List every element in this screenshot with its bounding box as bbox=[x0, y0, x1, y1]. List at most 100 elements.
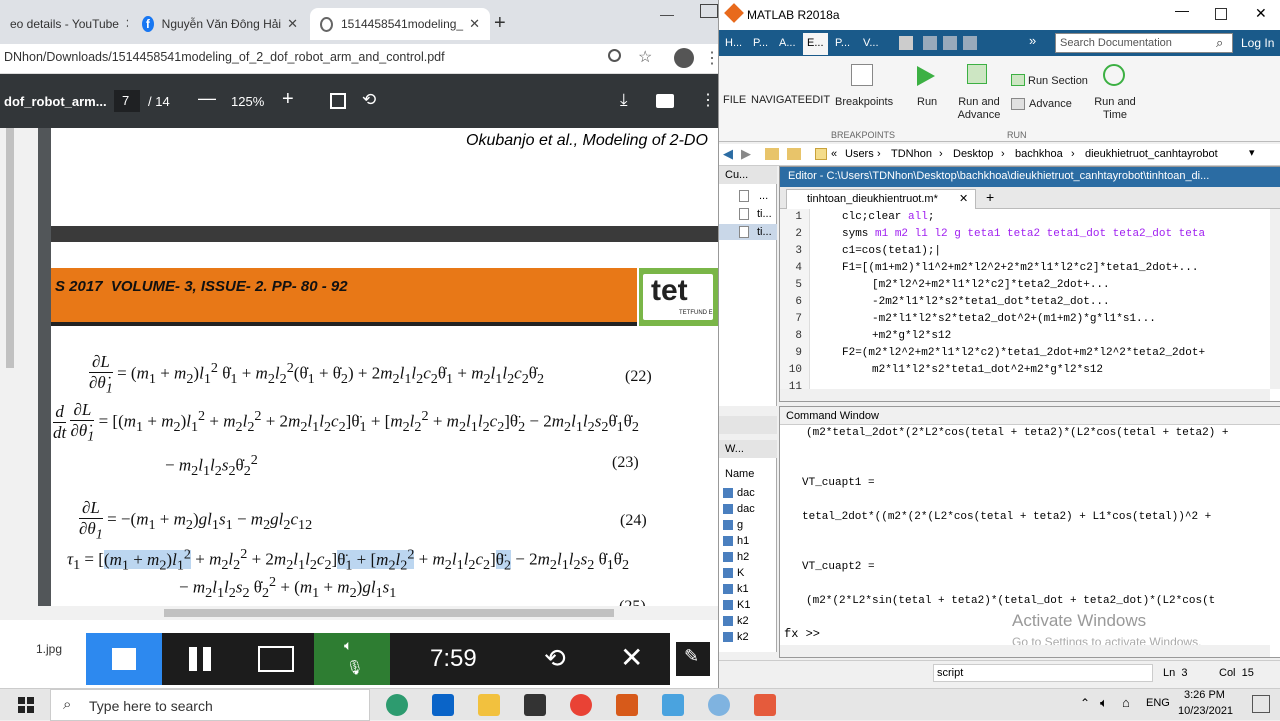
close-icon[interactable]: ✕ bbox=[959, 192, 968, 205]
login-link[interactable]: Log In bbox=[1241, 36, 1274, 50]
clock-time[interactable]: 3:26 PM bbox=[1184, 689, 1225, 701]
folder-item[interactable]: ti... bbox=[757, 208, 772, 220]
editor-horizontal-scrollbar[interactable] bbox=[780, 389, 1270, 401]
workspace-variable[interactable]: h2 bbox=[721, 550, 775, 565]
copy-icon[interactable] bbox=[943, 36, 957, 50]
settings-icon[interactable] bbox=[708, 694, 730, 716]
workspace-variable[interactable]: g bbox=[721, 518, 775, 533]
star-icon[interactable]: ☆ bbox=[638, 47, 652, 67]
zoom-in-button[interactable]: + bbox=[282, 88, 294, 111]
windows-start-icon[interactable] bbox=[18, 697, 34, 713]
tab-view[interactable]: V... bbox=[859, 33, 883, 55]
workspace-variable[interactable]: dac bbox=[721, 486, 775, 501]
notification-icon[interactable] bbox=[1252, 695, 1270, 713]
stop-button[interactable] bbox=[86, 633, 162, 685]
new-tab-button[interactable]: + bbox=[494, 12, 506, 35]
path-segment[interactable]: Desktop bbox=[953, 148, 993, 160]
network-icon[interactable]: ⌂ bbox=[1122, 695, 1130, 710]
restart-button[interactable]: ⟲ bbox=[518, 633, 594, 685]
workspace-variable[interactable]: K bbox=[721, 566, 775, 581]
minimize-button[interactable]: — bbox=[660, 6, 674, 22]
download-icon[interactable]: ⤓ bbox=[620, 90, 628, 110]
clock-date[interactable]: 10/23/2021 bbox=[1178, 705, 1233, 717]
run-button[interactable]: Run bbox=[917, 96, 937, 108]
workspace-variable[interactable]: K1 bbox=[721, 598, 775, 613]
path-bar[interactable]: ◀ ▶ « Users › TDNhon › Desktop › bachkho… bbox=[719, 144, 1280, 166]
tab-facebook[interactable]: f Nguyễn Văn Đông Hải ✕ bbox=[132, 8, 308, 40]
navigate-menu[interactable]: NAVIGATE bbox=[751, 94, 805, 106]
recorder-icon[interactable] bbox=[754, 694, 776, 716]
store-icon[interactable] bbox=[524, 694, 546, 716]
speaker-icon[interactable]: 🔈︎ bbox=[1100, 695, 1108, 711]
save-icon[interactable] bbox=[899, 36, 913, 50]
cmd-horizontal-scrollbar[interactable] bbox=[780, 645, 1270, 657]
run-and-time-button[interactable]: Run and Time bbox=[1093, 96, 1137, 122]
tab-home[interactable]: H... bbox=[721, 33, 746, 55]
chevron-right-icon[interactable]: » bbox=[1029, 33, 1036, 48]
pause-button[interactable] bbox=[162, 633, 238, 685]
workspace-variable[interactable]: k2 bbox=[721, 630, 775, 645]
chevron-up-icon[interactable]: ⌃ bbox=[1080, 696, 1090, 710]
menu-icon[interactable]: ⋮ bbox=[704, 48, 718, 68]
tab-publish[interactable]: P... bbox=[831, 33, 854, 55]
folder-item[interactable]: ... bbox=[759, 190, 768, 202]
close-icon[interactable]: ✕ bbox=[119, 16, 128, 32]
editor-tab-file[interactable]: tinhtoan_dieukhientruot.m* ✕ bbox=[786, 189, 976, 209]
tab-editor[interactable]: E... bbox=[803, 33, 828, 55]
matlab-icon[interactable] bbox=[616, 694, 638, 716]
back-icon[interactable]: ◀ bbox=[723, 146, 733, 162]
close-icon[interactable]: ✕ bbox=[281, 16, 298, 32]
pdf-horizontal-scrollbar[interactable] bbox=[38, 606, 718, 620]
folder-item[interactable]: ti... bbox=[757, 226, 772, 238]
close-icon[interactable]: ✕ bbox=[463, 16, 480, 32]
command-prompt[interactable]: fx >> bbox=[784, 627, 820, 641]
workspace-variable[interactable]: dac bbox=[721, 502, 775, 517]
app-icon[interactable] bbox=[662, 694, 684, 716]
maximize-button[interactable] bbox=[700, 4, 718, 18]
mail-icon[interactable] bbox=[432, 694, 454, 716]
up-folder-icon[interactable] bbox=[765, 148, 779, 160]
file-explorer-icon[interactable] bbox=[478, 694, 500, 716]
webcam-button[interactable] bbox=[238, 633, 314, 685]
download-file-name[interactable]: 1.jpg bbox=[36, 642, 62, 656]
browse-folder-icon[interactable] bbox=[787, 148, 801, 160]
edit-button[interactable]: ✎ bbox=[676, 642, 710, 676]
language-indicator[interactable]: ENG bbox=[1146, 697, 1170, 709]
editor-scrollbar[interactable] bbox=[1270, 209, 1280, 389]
workspace-variable[interactable]: h1 bbox=[721, 534, 775, 549]
avatar[interactable] bbox=[674, 48, 694, 68]
advance-button[interactable]: Advance bbox=[1029, 98, 1072, 110]
address-bar[interactable]: DNhon/Downloads/1514458541modeling_of_2_… bbox=[0, 44, 718, 74]
page-input[interactable]: 7 bbox=[114, 90, 140, 112]
pdf-scrollbar-left[interactable] bbox=[0, 128, 38, 620]
minimize-button[interactable]: — bbox=[1175, 2, 1189, 18]
maximize-button[interactable] bbox=[1215, 8, 1227, 20]
path-segment[interactable]: Users bbox=[845, 148, 874, 160]
path-segment[interactable]: TDNhon bbox=[891, 148, 932, 160]
url-text[interactable]: DNhon/Downloads/1514458541modeling_of_2_… bbox=[4, 50, 445, 64]
workspace-variable[interactable]: k1 bbox=[721, 582, 775, 597]
taskbar-search-input[interactable]: ⌕ Type here to search bbox=[50, 689, 370, 721]
close-button[interactable]: ✕ bbox=[1255, 5, 1267, 22]
audio-button[interactable]: 🔈︎ 🎙︎ bbox=[314, 633, 390, 685]
new-tab-button[interactable]: + bbox=[986, 189, 994, 205]
chrome-icon[interactable] bbox=[570, 694, 592, 716]
edge-icon[interactable] bbox=[386, 694, 408, 716]
zoom-out-button[interactable]: — bbox=[198, 88, 216, 109]
run-section-button[interactable]: Run Section bbox=[1028, 75, 1088, 87]
command-window[interactable]: Command Window (m2*tetal_2dot*(2*L2*cos(… bbox=[779, 406, 1280, 658]
search-documentation-input[interactable]: Search Documentation ⌕ bbox=[1055, 33, 1233, 53]
breakpoints-button[interactable]: Breakpoints bbox=[835, 96, 893, 108]
print-icon[interactable] bbox=[656, 94, 674, 108]
tab-pdf[interactable]: 1514458541modeling_ ✕ bbox=[310, 8, 490, 40]
more-icon[interactable]: ⋮ bbox=[700, 90, 716, 110]
chevron-down-icon[interactable]: ▾ bbox=[1249, 146, 1255, 159]
tab-youtube[interactable]: eo details - YouTube✕ bbox=[0, 8, 128, 40]
rotate-icon[interactable]: ⟲ bbox=[362, 90, 376, 110]
fit-page-icon[interactable] bbox=[330, 93, 346, 109]
file-menu[interactable]: FILE bbox=[723, 94, 746, 106]
paste-icon[interactable] bbox=[963, 36, 977, 50]
forward-icon[interactable]: ▶ bbox=[741, 146, 751, 162]
path-segment[interactable]: bachkhoa bbox=[1015, 148, 1063, 160]
tab-plots[interactable]: P... bbox=[749, 33, 772, 55]
